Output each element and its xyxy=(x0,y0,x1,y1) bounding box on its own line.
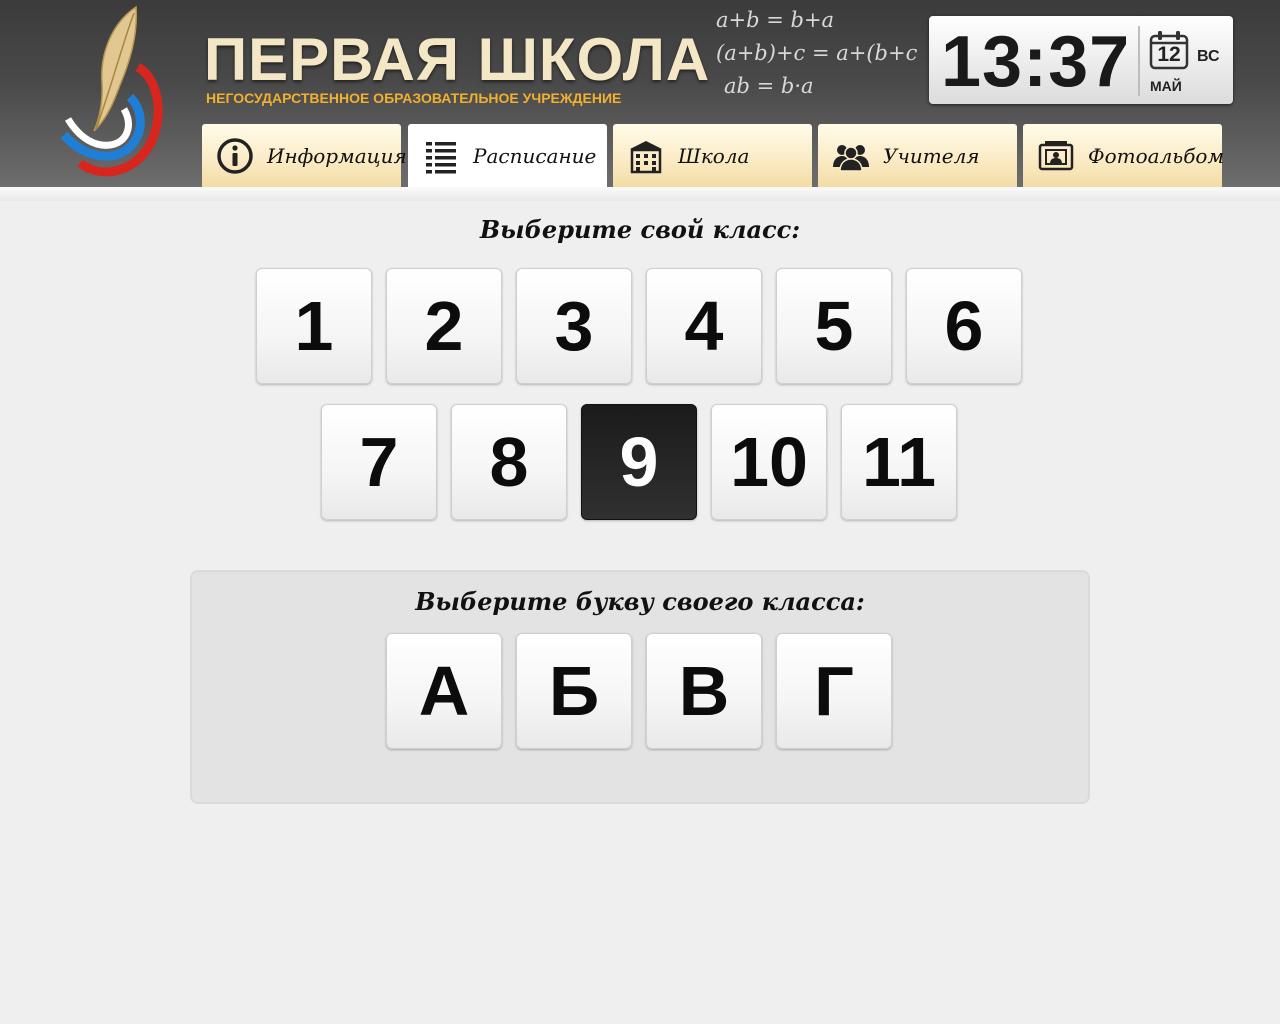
clock-widget: 13:37 12 ВС МАЙ xyxy=(929,16,1233,104)
info-icon xyxy=(217,137,253,174)
clock-divider xyxy=(1138,26,1140,96)
class-button-4[interactable]: 4 xyxy=(646,268,762,384)
letter-prompt: Выберите букву своего класса: xyxy=(415,587,865,616)
class-button-3[interactable]: 3 xyxy=(516,268,632,384)
tab-information[interactable]: Информация xyxy=(202,124,407,187)
photo-album-icon xyxy=(1038,140,1074,170)
class-button-11[interactable]: 11 xyxy=(841,404,957,520)
header-separator xyxy=(0,187,1280,201)
letter-button-g[interactable]: Г xyxy=(776,633,892,749)
list-icon xyxy=(426,141,456,173)
clock-time: 13:37 xyxy=(941,22,1131,102)
class-button-7[interactable]: 7 xyxy=(321,404,437,520)
tab-school[interactable]: Школа xyxy=(613,124,812,187)
school-name: ПЕРВАЯ ШКОЛА xyxy=(204,26,711,93)
people-icon xyxy=(833,144,869,172)
tab-photo-album[interactable]: Фотоальбом xyxy=(1023,124,1225,187)
class-prompt: Выберите свой класс: xyxy=(479,215,801,244)
school-subtitle: НЕГОСУДАРСТВЕННОЕ ОБРАЗОВАТЕЛЬНОЕ УЧРЕЖД… xyxy=(206,90,622,106)
letter-button-b[interactable]: Б xyxy=(516,633,632,749)
tab-label: Школа xyxy=(678,143,750,168)
tab-schedule[interactable]: Расписание xyxy=(408,124,607,187)
class-button-5[interactable]: 5 xyxy=(776,268,892,384)
formula: ab = b·a xyxy=(724,74,814,98)
tab-label: Расписание xyxy=(473,143,597,168)
tab-label: Учителя xyxy=(883,143,980,168)
quill-logo xyxy=(60,5,163,177)
formula: a+b = b+a xyxy=(716,8,835,32)
tab-label: Фотоальбом xyxy=(1088,143,1225,168)
formula: (a+b)+c = a+(b+c xyxy=(716,41,918,65)
class-button-8[interactable]: 8 xyxy=(451,404,567,520)
tab-label: Информация xyxy=(267,143,407,168)
chalk-formulas: a+b = b+a (a+b)+c = a+(b+c ab = b·a xyxy=(716,4,918,103)
header: ПЕРВАЯ ШКОЛА НЕГОСУДАРСТВЕННОЕ ОБРАЗОВАТ… xyxy=(0,0,1280,187)
building-icon xyxy=(630,140,662,173)
class-button-2[interactable]: 2 xyxy=(386,268,502,384)
class-button-10[interactable]: 10 xyxy=(711,404,827,520)
class-button-9-selected[interactable]: 9 xyxy=(581,404,697,520)
letter-button-a[interactable]: А xyxy=(386,633,502,749)
class-button-1[interactable]: 1 xyxy=(256,268,372,384)
class-button-6[interactable]: 6 xyxy=(906,268,1022,384)
calendar-weekday: ВС xyxy=(1197,48,1220,65)
calendar-month: МАЙ xyxy=(1150,78,1182,94)
tab-teachers[interactable]: Учителя xyxy=(818,124,1017,187)
calendar-day: 12 xyxy=(1157,43,1181,66)
letter-button-v[interactable]: В xyxy=(646,633,762,749)
